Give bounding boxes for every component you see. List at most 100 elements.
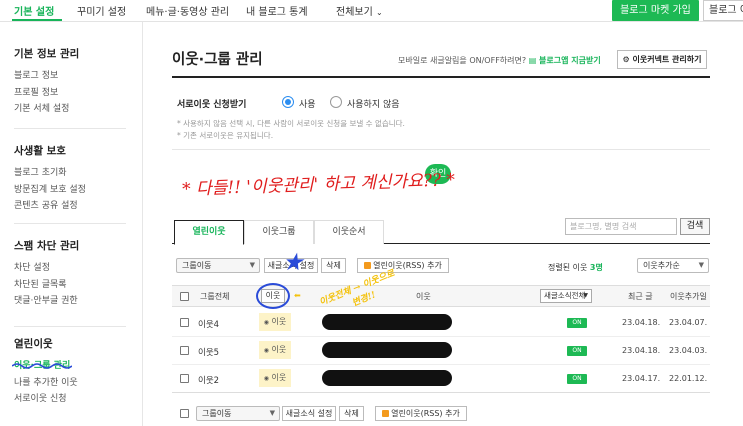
redacted-blog-name	[322, 342, 452, 358]
chat-icon: ▤	[528, 56, 537, 65]
row-neighbor-name[interactable]: 이웃4	[198, 318, 219, 330]
row-added-date: 23.04.03.	[669, 346, 708, 355]
sidebar-item-blog-info[interactable]: 블로그 정보	[14, 68, 79, 85]
bottom-group-move-select[interactable]: 그룹이동 ▼	[196, 406, 280, 421]
sidebar-section-spam: 스팸 차단 관리 차단 설정 차단된 글목록 댓글·안부글 권한	[14, 238, 79, 310]
sort-order-select[interactable]: 이웃추가순 ▼	[637, 258, 709, 273]
sidebar-divider	[14, 223, 126, 224]
sidebar-section-title: 스팸 차단 관리	[14, 240, 80, 252]
select-all-checkbox[interactable]	[180, 292, 189, 301]
annotation-red-note: * 다들!! '이웃관리' 하고 계신가요?? *	[181, 170, 456, 200]
rss-add-label: 열린이웃(RSS) 추가	[391, 409, 460, 418]
radio-not-use[interactable]	[330, 96, 342, 108]
setting-note: * 사용하지 않음 선택 시, 다른 사람이 서로이웃 신청을 보낼 수 없습니…	[177, 119, 405, 128]
sidebar-item-visit-protection[interactable]: 방문집계 보호 설정	[14, 182, 86, 199]
blog-market-join-button[interactable]: 블로그 마켓 가입	[612, 0, 699, 21]
neighbor-connect-label: 이웃커넥트 관리하기	[632, 55, 702, 64]
table-header: 그룹전체 이웃 ⬅ 이웃 새글소식전체 ▼ 최근 글 이웃추가일	[172, 283, 710, 309]
gear-icon: ⚙	[622, 55, 630, 64]
search-button[interactable]: 검색	[680, 218, 710, 235]
bottom-select-all-checkbox[interactable]	[180, 409, 189, 418]
radio-use[interactable]	[282, 96, 294, 108]
tab-neighbor-groups[interactable]: 이웃그룹	[244, 220, 314, 244]
neighbor-search-input[interactable]: 블로그명, 별명 검색	[565, 218, 677, 235]
sidebar-item-mutual-request[interactable]: 서로이웃 신청	[14, 391, 78, 408]
row-checkbox[interactable]	[180, 374, 189, 383]
sidebar-item-blog-reset[interactable]: 블로그 초기화	[14, 165, 86, 182]
bottom-delete-button[interactable]: 삭제	[339, 406, 364, 421]
row-recent-post-date: 23.04.17.	[622, 374, 661, 383]
header-neighbor: 이웃	[416, 292, 431, 301]
mobile-notice-text: 모바일로 새글알림을 ON/OFF하려면?	[398, 56, 527, 65]
sidebar-item-font-settings[interactable]: 기본 서체 설정	[14, 101, 79, 118]
sorted-neighbor-number: 3명	[589, 263, 603, 272]
rss-icon	[382, 410, 390, 417]
annotation-star: ★	[282, 248, 304, 276]
delete-button[interactable]: 삭제	[321, 258, 346, 273]
neighbor-connect-button[interactable]: ⚙ 이웃커넥트 관리하기	[617, 50, 707, 69]
row-neighbor-name[interactable]: 이웃2	[198, 374, 219, 386]
sorted-neighbor-text: 정렬된 이웃	[548, 263, 588, 272]
annotation-arrow-icon: ⬅	[294, 291, 301, 300]
row-group-tag: ◉ 이웃	[259, 341, 291, 359]
my-blog-button[interactable]: 블로그 이	[703, 0, 743, 21]
tab-basic-settings[interactable]: 기본 설정	[14, 3, 54, 18]
new-post-on-badge[interactable]: ON	[567, 346, 587, 356]
group-move-label: 그룹이동	[202, 409, 232, 418]
bottom-rss-add-button[interactable]: 열린이웃(RSS) 추가	[375, 406, 467, 421]
chevron-down-icon: ⌄	[376, 8, 383, 17]
sidebar-item-block-settings[interactable]: 차단 설정	[14, 260, 79, 277]
tab-blog-stats[interactable]: 내 블로그 통계	[246, 3, 308, 18]
redacted-blog-name	[322, 370, 452, 386]
header-new-post-select[interactable]: 새글소식전체 ▼	[540, 289, 592, 303]
sidebar-item-followers[interactable]: 나를 추가한 이웃	[14, 375, 78, 392]
chevron-down-icon: ▼	[698, 261, 704, 269]
section-divider	[172, 149, 710, 150]
row-checkbox[interactable]	[180, 318, 189, 327]
sort-order-label: 이웃추가순	[643, 261, 680, 270]
radio-not-use-label: 사용하지 않음	[347, 100, 400, 110]
table-row: 이웃5 ◉ 이웃 ON 23.04.18. 23.04.03.	[172, 337, 710, 365]
new-post-on-badge[interactable]: ON	[567, 318, 587, 328]
page-title: 이웃·그룹 관리	[172, 52, 263, 68]
tab-design-settings[interactable]: 꾸미기 설정	[77, 3, 126, 18]
tab-neighbor-order[interactable]: 이웃순서	[314, 220, 384, 244]
top-navigation: 기본 설정 꾸미기 설정 메뉴·글·동영상 관리 내 블로그 통계 전체보기 ⌄…	[0, 0, 743, 22]
row-recent-post-date: 23.04.18.	[622, 346, 661, 355]
new-post-on-badge[interactable]: ON	[567, 374, 587, 384]
sorted-neighbor-count: 정렬된 이웃 3명	[548, 262, 603, 273]
sidebar-section-privacy: 사생활 보호 블로그 초기화 방문집계 보호 설정 콘텐츠 공유 설정	[14, 143, 86, 215]
row-group-tag: ◉ 이웃	[259, 313, 291, 331]
active-tab-underline	[12, 19, 62, 21]
blog-app-link[interactable]: ▤ 블로그앱 지금받기	[529, 56, 601, 65]
sidebar-item-blocked-posts[interactable]: 차단된 글목록	[14, 277, 79, 294]
redacted-blog-name	[322, 314, 452, 330]
title-divider	[172, 76, 710, 78]
sidebar-item-content-share[interactable]: 콘텐츠 공유 설정	[14, 198, 86, 215]
sidebar-section-neighbors: 열린이웃 이웃·그룹 관리 나를 추가한 이웃 서로이웃 신청	[14, 336, 78, 408]
bottom-new-post-setting-button[interactable]: 새글소식 설정	[282, 406, 336, 421]
sidebar-item-comment-permission[interactable]: 댓글·안부글 권한	[14, 293, 79, 310]
tab-view-all-label: 전체보기	[336, 7, 373, 18]
blog-app-link-label: 블로그앱 지금받기	[539, 56, 601, 65]
sidebar-item-profile-info[interactable]: 프로필 정보	[14, 85, 79, 102]
row-checkbox[interactable]	[180, 346, 189, 355]
row-recent-post-date: 23.04.18.	[622, 318, 661, 327]
row-added-date: 22.01.12.	[669, 374, 708, 383]
sidebar-section-title: 열린이웃	[14, 338, 53, 350]
tab-content-management[interactable]: 메뉴·글·동영상 관리	[146, 3, 229, 18]
annotation-circle	[256, 283, 290, 309]
row-neighbor-name[interactable]: 이웃5	[198, 346, 219, 358]
sidebar-divider	[14, 128, 126, 129]
row-group-tag: ◉ 이웃	[259, 369, 291, 387]
header-new-post-label: 새글소식전체	[544, 291, 586, 300]
group-move-select[interactable]: 그룹이동 ▼	[176, 258, 260, 273]
setting-note: * 기존 서로이웃은 유지됩니다.	[177, 131, 274, 140]
rss-add-button[interactable]: 열린이웃(RSS) 추가	[357, 258, 449, 273]
tab-view-all[interactable]: 전체보기 ⌄	[336, 3, 383, 18]
radio-use-label: 사용	[299, 100, 316, 110]
tab-open-neighbors[interactable]: 열린이웃	[174, 220, 244, 245]
header-group-all[interactable]: 그룹전체	[200, 291, 229, 302]
header-added-date: 이웃추가일	[670, 292, 707, 301]
wifi-icon: ◉	[263, 319, 269, 326]
